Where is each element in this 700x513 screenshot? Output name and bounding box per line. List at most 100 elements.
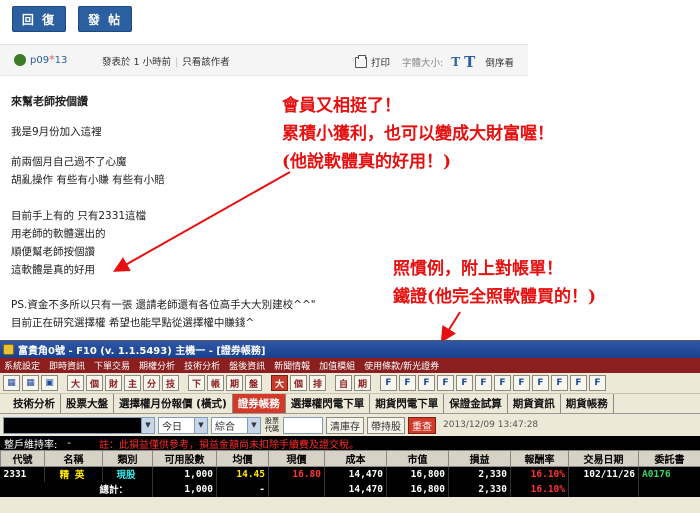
- grid-icon[interactable]: ▦: [22, 375, 39, 391]
- arrow-to-statement: [440, 311, 461, 343]
- post-tools: 打印 字體大小: T T 倒序看: [355, 53, 514, 71]
- function-key-icon[interactable]: F: [380, 375, 397, 391]
- function-key-icon[interactable]: F: [532, 375, 549, 391]
- username-link[interactable]: p09*13: [30, 53, 67, 66]
- function-key-icon[interactable]: F: [551, 375, 568, 391]
- menu-item[interactable]: 盤後資訊: [229, 359, 265, 372]
- toolbar-shortcut-icon[interactable]: 排: [309, 375, 326, 391]
- column-header[interactable]: 均價: [216, 450, 269, 467]
- function-key-icon[interactable]: F: [570, 375, 587, 391]
- menu-item[interactable]: 技術分析: [184, 359, 220, 372]
- tab-options-quote[interactable]: 選擇權月份報價 (橫式): [114, 394, 233, 413]
- tab-futures-account[interactable]: 期貨帳務: [561, 394, 614, 413]
- toolbar-shortcut-icon[interactable]: 技: [162, 375, 179, 391]
- menu-item[interactable]: 系統設定: [4, 359, 40, 372]
- tab-futures-flash-order[interactable]: 期貨閃電下單: [370, 394, 445, 413]
- app-title: 富貴角0號 - F10 (v. 1.1.5493) 主機一 - [證券帳務]: [18, 346, 266, 357]
- column-header[interactable]: 現價: [268, 450, 325, 467]
- column-header[interactable]: 市值: [386, 450, 449, 467]
- username-prefix: p09: [30, 55, 50, 66]
- account-select[interactable]: ▼: [3, 416, 155, 434]
- special-stock-button[interactable]: 帶持股: [367, 416, 405, 434]
- menu-item[interactable]: 下單交易: [94, 359, 130, 372]
- function-key-icon[interactable]: F: [437, 375, 454, 391]
- toolbar-shortcut-icon[interactable]: 下: [188, 375, 205, 391]
- tab-stock-market[interactable]: 股票大盤: [61, 394, 114, 413]
- column-header[interactable]: 代號: [0, 450, 45, 467]
- print-link[interactable]: 打印: [371, 55, 390, 69]
- query-timestamp: 2013/12/09 13:47:28: [443, 420, 539, 430]
- toolbar-shortcut-icon[interactable]: 盤: [245, 375, 262, 391]
- menu-item[interactable]: 加值模組: [319, 359, 355, 372]
- clear-inventory-button[interactable]: 清庫存: [326, 416, 364, 434]
- column-header[interactable]: 類別: [102, 450, 153, 467]
- grid-icon[interactable]: ▦: [3, 375, 20, 391]
- annotation-line: 照慣例，附上對帳單！: [393, 259, 563, 279]
- maintenance-rate-value: -: [67, 437, 71, 449]
- toolbar-shortcut-icon[interactable]: 主: [124, 375, 141, 391]
- post-line: 胡亂操作 有些有小賺 有些有小賠: [11, 174, 165, 186]
- menu-item[interactable]: 新聞情報: [274, 359, 310, 372]
- column-header[interactable]: 成本: [324, 450, 387, 467]
- toolbar-shortcut-icon[interactable]: 個: [290, 375, 307, 391]
- function-key-icon[interactable]: F: [418, 375, 435, 391]
- function-key-icon[interactable]: F: [399, 375, 416, 391]
- toolbar-shortcut-icon[interactable]: 期: [226, 375, 243, 391]
- total-label: 總計：: [0, 481, 153, 497]
- stock-code-label: 股票代碼: [265, 417, 279, 433]
- trading-app-window: 富貴角0號 - F10 (v. 1.1.5493) 主機一 - [證券帳務] 系…: [0, 340, 700, 513]
- toolbar-shortcut-icon[interactable]: 帳: [207, 375, 224, 391]
- menu-item[interactable]: 使用條款/新光證券: [364, 359, 439, 372]
- window-icon[interactable]: ▣: [41, 375, 58, 391]
- toolbar-shortcut-icon[interactable]: 大: [67, 375, 84, 391]
- chevron-down-icon: ▼: [141, 417, 154, 433]
- stock-code-input[interactable]: [283, 416, 323, 434]
- new-post-button[interactable]: 發 帖: [78, 6, 132, 32]
- account-controls: ▼ 今日 ▼ 綜合 ▼ 股票代碼 清庫存 帶持股 重查 2013/12/09 1…: [0, 414, 700, 436]
- toolbar-shortcut-icon[interactable]: 財: [105, 375, 122, 391]
- function-key-icon[interactable]: F: [513, 375, 530, 391]
- toolbar-shortcut-icon[interactable]: 自: [335, 375, 352, 391]
- cell-market-value: 16,800: [386, 466, 449, 482]
- total-avg-price: -: [216, 481, 269, 497]
- cell-type: 現股: [102, 466, 153, 482]
- column-header[interactable]: 損益: [448, 450, 511, 467]
- post-line: PS.資金不多所以只有一張 還請老師還有各位高手大大別建校^^": [11, 299, 316, 311]
- requery-button[interactable]: 重查: [408, 416, 436, 434]
- column-header[interactable]: 可用股數: [152, 450, 217, 467]
- cell-return-rate: 16.10%: [510, 466, 569, 482]
- tab-margin-calc[interactable]: 保證金試算: [444, 394, 508, 413]
- tab-futures-info[interactable]: 期貨資訊: [508, 394, 561, 413]
- tab-options-flash-order[interactable]: 選擇權閃電下單: [286, 394, 371, 413]
- author-only-link[interactable]: 只看該作者: [182, 57, 230, 68]
- printer-icon[interactable]: [355, 54, 367, 68]
- post-line: 目前正在研究選擇權 希望也能早點從選擇權中賺錢^: [11, 317, 255, 329]
- menu-item[interactable]: 即時資訊: [49, 359, 85, 372]
- toolbar-shortcut-icon[interactable]: 期: [354, 375, 371, 391]
- column-header[interactable]: 交易日期: [568, 450, 639, 467]
- reverse-order-link[interactable]: 倒序看: [485, 55, 514, 69]
- category-select[interactable]: 綜合 ▼: [211, 416, 261, 434]
- post-title: 來幫老師按個讚: [11, 95, 88, 108]
- tab-securities-account[interactable]: 證券帳務: [232, 394, 286, 413]
- toolbar-shortcut-icon[interactable]: 分: [143, 375, 160, 391]
- period-select[interactable]: 今日 ▼: [158, 416, 208, 434]
- column-header[interactable]: 報酬率: [510, 450, 569, 467]
- toolbar-shortcut-icon[interactable]: 個: [86, 375, 103, 391]
- function-key-icon[interactable]: F: [589, 375, 606, 391]
- tab-technical-analysis[interactable]: 技術分析: [8, 394, 61, 413]
- function-key-icon[interactable]: F: [494, 375, 511, 391]
- annotation-line: 累積小獲利，也可以變成大財富喔！: [282, 124, 554, 144]
- table-row[interactable]: 2331 精 英 現股 1,000 14.45 16.80 14,470 16,…: [0, 466, 700, 482]
- function-key-icon[interactable]: F: [456, 375, 473, 391]
- function-key-icon[interactable]: F: [475, 375, 492, 391]
- menu-item[interactable]: 期權分析: [139, 359, 175, 372]
- column-header[interactable]: 名稱: [44, 450, 103, 467]
- font-large-button[interactable]: T: [464, 53, 475, 71]
- column-header[interactable]: 委託書: [638, 450, 700, 467]
- toolbar-shortcut-icon[interactable]: 大: [271, 375, 288, 391]
- cell-avg-price: 14.45: [216, 466, 269, 482]
- reply-button[interactable]: 回 復: [12, 6, 66, 32]
- font-small-button[interactable]: T: [451, 55, 460, 69]
- chevron-down-icon: ▼: [194, 417, 207, 433]
